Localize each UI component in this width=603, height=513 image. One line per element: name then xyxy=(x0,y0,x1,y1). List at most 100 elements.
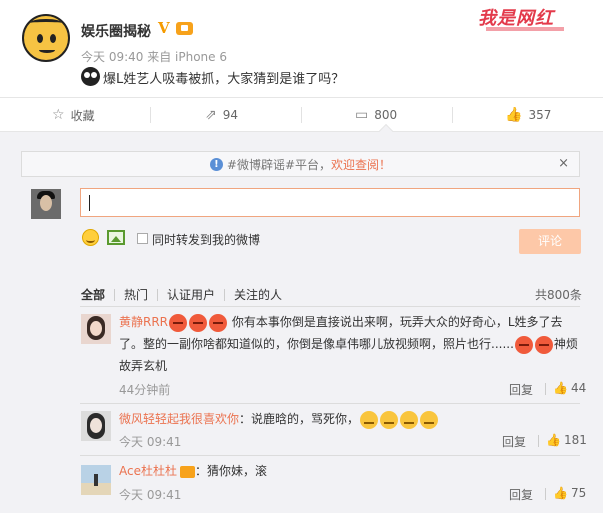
notice-link[interactable]: 欢迎查阅！ xyxy=(331,156,391,173)
favorite-label: 收藏 xyxy=(70,108,95,123)
comment-body: 微风轻轻起我很喜欢你：说鹿晗的，骂死你， xyxy=(119,408,603,430)
divider xyxy=(80,306,580,307)
comment-text: 了。整的一副你啥都知道似的，你倒是像卓伟哪儿放视频啊，照片也行...... xyxy=(119,337,514,351)
comment-time: 今天 09:41 xyxy=(119,435,182,449)
action-divider xyxy=(452,107,453,123)
divider xyxy=(538,435,539,447)
repost-icon: ⇗ xyxy=(205,107,217,123)
emoji-group xyxy=(168,313,228,332)
divider xyxy=(80,403,580,404)
comment-text: 你有本事你倒是直接说出来啊，玩弄大众的好奇心，L姓多了去 xyxy=(231,315,563,329)
avatar-face xyxy=(90,321,102,336)
sad-emoji-icon xyxy=(360,410,379,429)
repost-checkbox-label[interactable]: 同时转发到我的微博 xyxy=(152,231,260,248)
vip-crown-icon[interactable] xyxy=(176,22,193,35)
reply-button[interactable]: 回复 xyxy=(509,486,533,503)
comment-icon: ▭ xyxy=(355,107,369,123)
info-icon: ! xyxy=(209,157,223,171)
comment-avatar[interactable] xyxy=(81,314,111,344)
comment-like-button[interactable]: 👍 181 xyxy=(546,433,587,447)
comment-button[interactable]: ▭ 800 xyxy=(355,98,397,132)
comment-author[interactable]: Ace杜杜杜 xyxy=(119,464,177,478)
thumbs-up-icon: 👍 xyxy=(553,486,568,500)
current-user-avatar xyxy=(31,189,61,219)
sad-emoji-icon xyxy=(400,410,419,429)
avatar-mouth xyxy=(39,47,55,53)
comment-body: Ace杜杜杜 ：猜你妹，滚 xyxy=(119,460,603,482)
comment-like-count: 44 xyxy=(570,381,587,395)
angry-emoji-icon xyxy=(514,335,533,354)
like-count: 357 xyxy=(528,108,552,122)
repost-count: 94 xyxy=(222,108,239,122)
author-avatar[interactable] xyxy=(22,14,70,62)
like-button[interactable]: 👍 357 xyxy=(505,98,551,132)
comment-input[interactable] xyxy=(80,188,580,217)
divider xyxy=(545,488,546,500)
verified-icon[interactable]: V xyxy=(158,19,170,37)
comment-body: 黄静RRR 你有本事你倒是直接说出来啊，玩弄大众的好奇心，L姓多了去 了。整的一… xyxy=(119,311,603,377)
angry-emoji-icon xyxy=(534,335,553,354)
comment-like-button[interactable]: 👍 44 xyxy=(553,381,586,395)
comment-avatar[interactable] xyxy=(81,465,111,495)
comment-like-count: 181 xyxy=(563,433,587,447)
reply-button[interactable]: 回复 xyxy=(509,381,533,398)
sad-emoji-icon xyxy=(420,410,439,429)
thumbs-up-icon: 👍 xyxy=(505,107,523,123)
repost-button[interactable]: ⇗ 94 xyxy=(205,98,238,132)
avatar-eye-left xyxy=(37,34,43,43)
shocked-emoji-icon xyxy=(81,67,100,86)
filter-verified[interactable]: 认证用户 xyxy=(158,286,224,303)
comment-panel: ! #微博辟谣#平台， 欢迎查阅！ × 同时转发到我的微博 评论 全部 热门 认… xyxy=(0,132,603,513)
avatar-hair xyxy=(30,19,62,27)
comment-author[interactable]: 黄静RRR xyxy=(119,315,168,329)
post-action-bar: ☆ 收藏 ⇗ 94 ▭ 800 👍 357 xyxy=(0,97,603,132)
comment-text: ：猜你妹，滚 xyxy=(194,464,267,478)
post-text: 爆L姓艺人吸毒被抓，大家猜到是谁了吗？ xyxy=(103,72,345,87)
angry-emoji-icon xyxy=(209,313,228,332)
avatar-eye-right xyxy=(50,34,56,43)
rumor-notice-bar: ! #微博辟谣#平台， 欢迎查阅！ × xyxy=(21,151,580,177)
image-upload-icon[interactable] xyxy=(107,230,125,245)
filter-following[interactable]: 关注的人 xyxy=(225,286,291,303)
comment-author[interactable]: 微风轻轻起我很喜欢你 xyxy=(119,412,239,426)
comment-text: ：说鹿晗的，骂死你， xyxy=(239,412,360,426)
emoji-eye-right xyxy=(91,72,97,78)
avatar-figure xyxy=(94,474,98,486)
filter-all[interactable]: 全部 xyxy=(81,286,114,303)
vip-crown-icon[interactable] xyxy=(179,465,195,478)
comment-time: 44分钟前 xyxy=(119,383,171,397)
comment-like-count: 75 xyxy=(570,486,587,500)
repost-checkbox[interactable] xyxy=(137,233,148,244)
comment-like-button[interactable]: 👍 75 xyxy=(553,486,586,500)
close-icon[interactable]: × xyxy=(558,156,569,171)
star-icon: ☆ xyxy=(52,107,65,123)
reply-button[interactable]: 回复 xyxy=(502,433,526,450)
post-meta: 今天 09:40 来自 iPhone 6 xyxy=(81,50,227,64)
emoji-picker-icon[interactable] xyxy=(82,229,99,246)
comment-filter-tabs: 全部 热门 认证用户 关注的人 xyxy=(81,286,291,303)
divider xyxy=(80,455,580,456)
weibo-post: 娱乐圈揭秘 V 今天 09:40 来自 iPhone 6 爆L姓艺人吸毒被抓，大… xyxy=(0,0,603,97)
divider xyxy=(545,383,546,395)
comment-count: 800 xyxy=(374,108,398,122)
angry-emoji-icon xyxy=(169,313,188,332)
watermark-underline xyxy=(486,27,564,31)
avatar-face xyxy=(90,418,102,433)
angry-emoji-icon xyxy=(189,313,208,332)
emoji-eye-left xyxy=(84,72,90,78)
submit-comment-button[interactable]: 评论 xyxy=(519,229,581,254)
action-divider xyxy=(301,107,302,123)
text-cursor xyxy=(89,195,90,211)
action-divider xyxy=(150,107,151,123)
comment-text: 故弄玄机 xyxy=(119,359,168,373)
comment-time: 今天 09:41 xyxy=(119,488,182,502)
author-name[interactable]: 娱乐圈揭秘 xyxy=(81,21,151,41)
comment-total: 共800条 xyxy=(535,288,582,302)
comment-avatar[interactable] xyxy=(81,411,111,441)
thumbs-up-icon: 👍 xyxy=(553,381,568,395)
thumbs-up-icon: 👍 xyxy=(546,433,561,447)
favorite-button[interactable]: ☆ 收藏 xyxy=(52,98,95,132)
filter-hot[interactable]: 热门 xyxy=(115,286,157,303)
sad-emoji-icon xyxy=(380,410,399,429)
notice-text[interactable]: #微博辟谣#平台， xyxy=(227,156,331,173)
